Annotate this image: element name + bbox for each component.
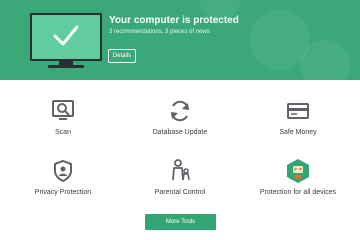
background-decoration (300, 40, 350, 80)
scan-icon (52, 100, 74, 120)
parental-control-icon (172, 159, 190, 181)
tool-safe-money[interactable]: Safe Money (253, 98, 343, 137)
database-update-icon (171, 100, 189, 122)
tool-parental-control[interactable]: Parental Control (135, 158, 225, 197)
safe-money-icon (287, 103, 309, 119)
tool-protection-all-devices[interactable]: Protection for all devices (253, 158, 343, 197)
checkmark-icon (53, 25, 79, 46)
tool-label: Parental Control (154, 189, 206, 196)
tool-label: Scan (55, 129, 71, 136)
protected-monitor-icon (30, 13, 102, 61)
tool-label: Protection for all devices (259, 189, 337, 196)
tool-label: Safe Money (279, 129, 317, 136)
status-title: Your computer is protected (109, 15, 239, 26)
monitor-base (48, 65, 84, 68)
status-subtitle: 3 recommendations, 3 pieces of news (109, 29, 210, 35)
tool-scan[interactable]: Scan (18, 98, 108, 137)
tool-privacy-protection[interactable]: Privacy Protection (18, 158, 108, 197)
tool-label: Privacy Protection (34, 189, 92, 196)
protection-all-devices-icon (287, 159, 309, 183)
tool-database-update[interactable]: Database Update (135, 98, 225, 137)
tool-label: Database Update (152, 129, 208, 136)
more-tools-button[interactable]: More Tools (145, 214, 216, 230)
privacy-protection-icon (54, 159, 72, 183)
status-banner: Your computer is protected 3 recommendat… (0, 0, 360, 80)
details-button[interactable]: Details (108, 49, 136, 63)
